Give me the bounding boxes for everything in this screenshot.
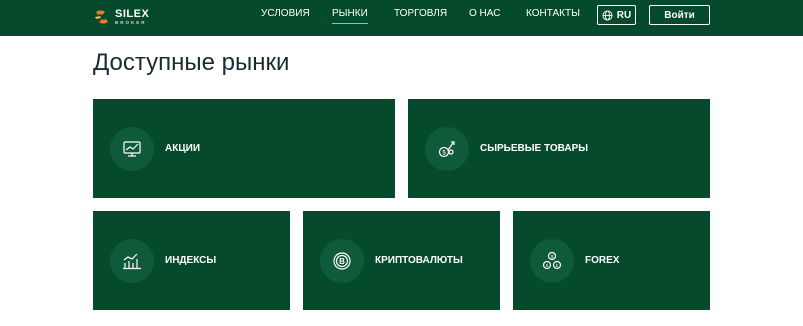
- svg-text:$: $: [551, 254, 554, 259]
- index-chart-icon: [110, 239, 154, 283]
- market-card-label: FOREX: [585, 255, 620, 266]
- login-button[interactable]: Войти: [649, 5, 710, 25]
- language-label: RU: [616, 9, 632, 21]
- logo-name: SILEX: [115, 7, 150, 20]
- market-card-stocks[interactable]: АКЦИИ: [93, 99, 395, 198]
- nav-item-contacts[interactable]: КОНТАКТЫ: [526, 8, 580, 20]
- market-card-label: АКЦИИ: [165, 143, 201, 154]
- market-card-label: СЫРЬЕВЫЕ ТОВАРЫ: [480, 143, 589, 154]
- svg-text:€: €: [546, 263, 549, 268]
- market-card-crypto[interactable]: B КРИПТОВАЛЮТЫ: [303, 211, 500, 310]
- globe-icon: [602, 9, 613, 21]
- svg-text:£: £: [556, 263, 559, 268]
- page-title: Доступные рынки: [93, 49, 290, 76]
- language-button[interactable]: RU: [597, 5, 636, 25]
- forex-exchange-icon: $ € £: [530, 239, 574, 283]
- commodities-icon: $: [425, 127, 469, 171]
- svg-text:B: B: [339, 257, 345, 266]
- nav-item-about[interactable]: О НАС: [469, 8, 500, 20]
- stock-chart-icon: [110, 127, 154, 171]
- logo-subtitle: BROKER: [115, 19, 147, 25]
- market-card-forex[interactable]: $ € £ FOREX: [513, 211, 710, 310]
- nav-item-conditions[interactable]: УСЛОВИЯ: [261, 8, 310, 20]
- bitcoin-icon: B: [320, 239, 364, 283]
- site-header: SILEX BROKER УСЛОВИЯ РЫНКИ ТОРГОВЛЯ О НА…: [0, 0, 803, 36]
- market-card-indices[interactable]: ИНДЕКСЫ: [93, 211, 290, 310]
- nav-item-markets[interactable]: РЫНКИ: [332, 8, 368, 24]
- market-card-commodities[interactable]: $ СЫРЬЕВЫЕ ТОВАРЫ: [408, 99, 710, 198]
- market-card-label: КРИПТОВАЛЮТЫ: [375, 255, 463, 266]
- market-card-label: ИНДЕКСЫ: [165, 255, 217, 266]
- nav-item-trading[interactable]: ТОРГОВЛЯ: [394, 8, 447, 20]
- logo[interactable]: SILEX BROKER: [93, 7, 149, 27]
- logo-icon: [93, 8, 111, 26]
